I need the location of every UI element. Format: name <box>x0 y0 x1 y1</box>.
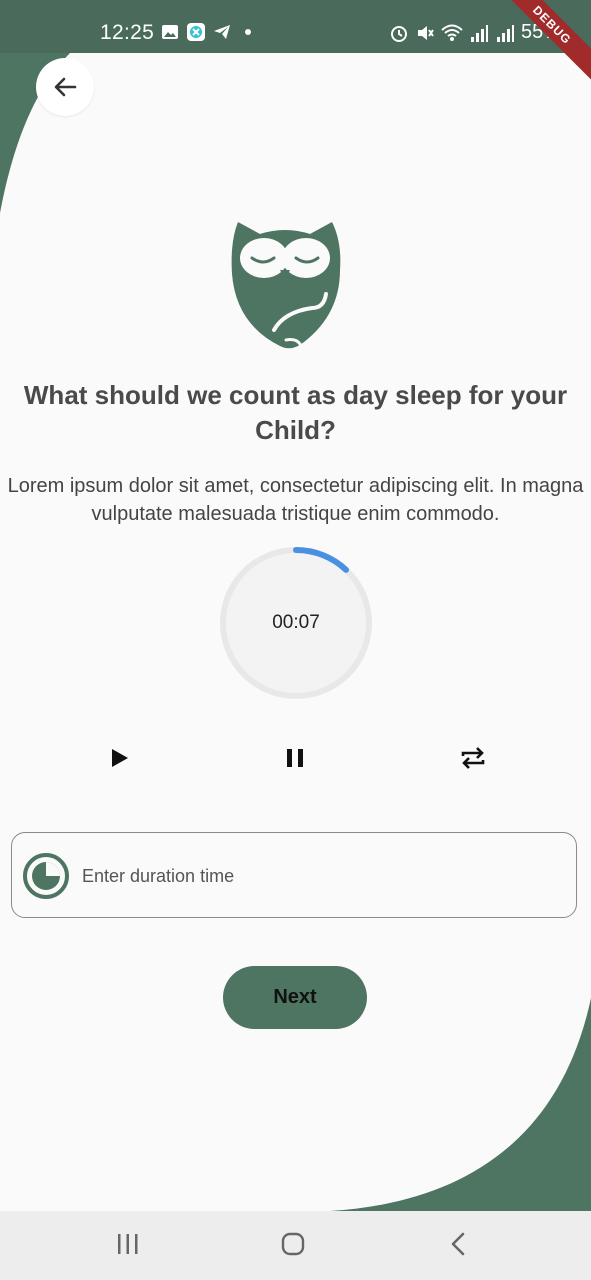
app-notification-icon <box>187 23 205 41</box>
next-button[interactable]: Next <box>223 966 367 1029</box>
page-description: Lorem ipsum dolor sit amet, consectetur … <box>7 475 584 525</box>
status-notification-icons <box>161 23 257 41</box>
recent-apps-icon[interactable] <box>116 1231 140 1257</box>
timer-display: 00:07 <box>272 612 320 633</box>
countdown-timer: 00:07 <box>218 545 374 701</box>
sleeping-owl-logo <box>231 222 341 349</box>
system-back-icon[interactable] <box>448 1231 470 1257</box>
timer-icon <box>23 853 69 899</box>
back-button[interactable] <box>36 58 94 116</box>
repeat-button[interactable] <box>455 740 491 776</box>
gallery-icon <box>162 25 178 39</box>
arrow-left-icon <box>54 77 77 97</box>
page-title: What should we count as day sleep for yo… <box>23 380 568 445</box>
play-button[interactable] <box>101 740 137 776</box>
duration-input[interactable] <box>80 855 554 897</box>
status-time: 12:25 <box>100 21 155 44</box>
telegram-icon <box>214 25 230 39</box>
alarm-icon <box>390 25 407 42</box>
status-bar: 12:25 55% DEBUG <box>0 0 591 86</box>
signal-icon-2 <box>496 24 514 42</box>
system-navigation-bar <box>0 1211 591 1280</box>
pause-button[interactable] <box>277 740 313 776</box>
signal-icon <box>470 24 488 42</box>
home-icon[interactable] <box>280 1231 306 1257</box>
mute-icon <box>417 25 434 40</box>
play-icon <box>112 749 128 767</box>
dot-icon <box>245 29 251 35</box>
wifi-icon <box>441 24 463 41</box>
pause-icon <box>287 749 303 767</box>
repeat-icon <box>461 747 485 769</box>
duration-field[interactable] <box>11 832 577 918</box>
